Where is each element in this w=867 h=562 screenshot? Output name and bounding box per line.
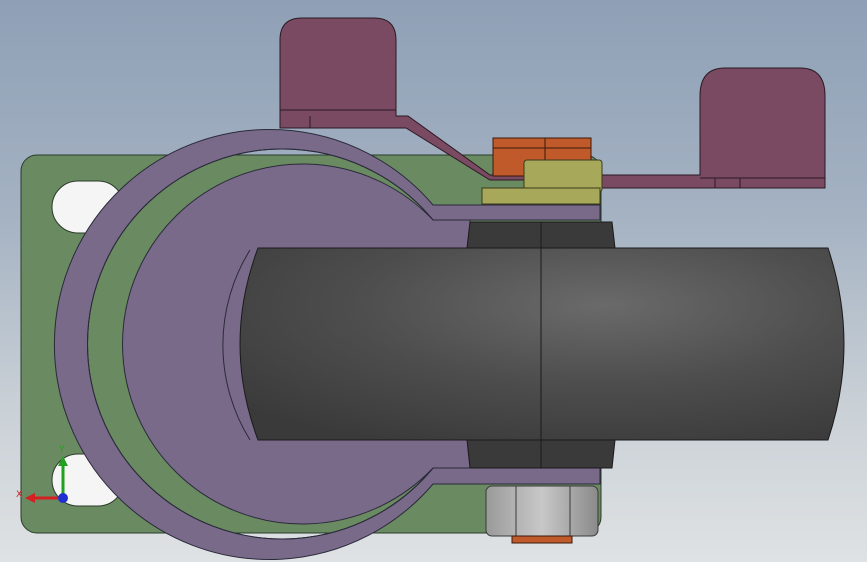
bottom-hex-nut[interactable] <box>485 485 599 544</box>
y-axis-label: Y <box>58 445 65 455</box>
bolt-tip <box>511 535 573 544</box>
cad-model-view[interactable]: Y X <box>0 0 867 562</box>
x-axis-label: X <box>16 490 22 500</box>
caster-wheel[interactable] <box>239 222 845 468</box>
z-axis-dot <box>58 493 68 503</box>
cad-graphics-area[interactable]: Y X <box>0 0 867 562</box>
